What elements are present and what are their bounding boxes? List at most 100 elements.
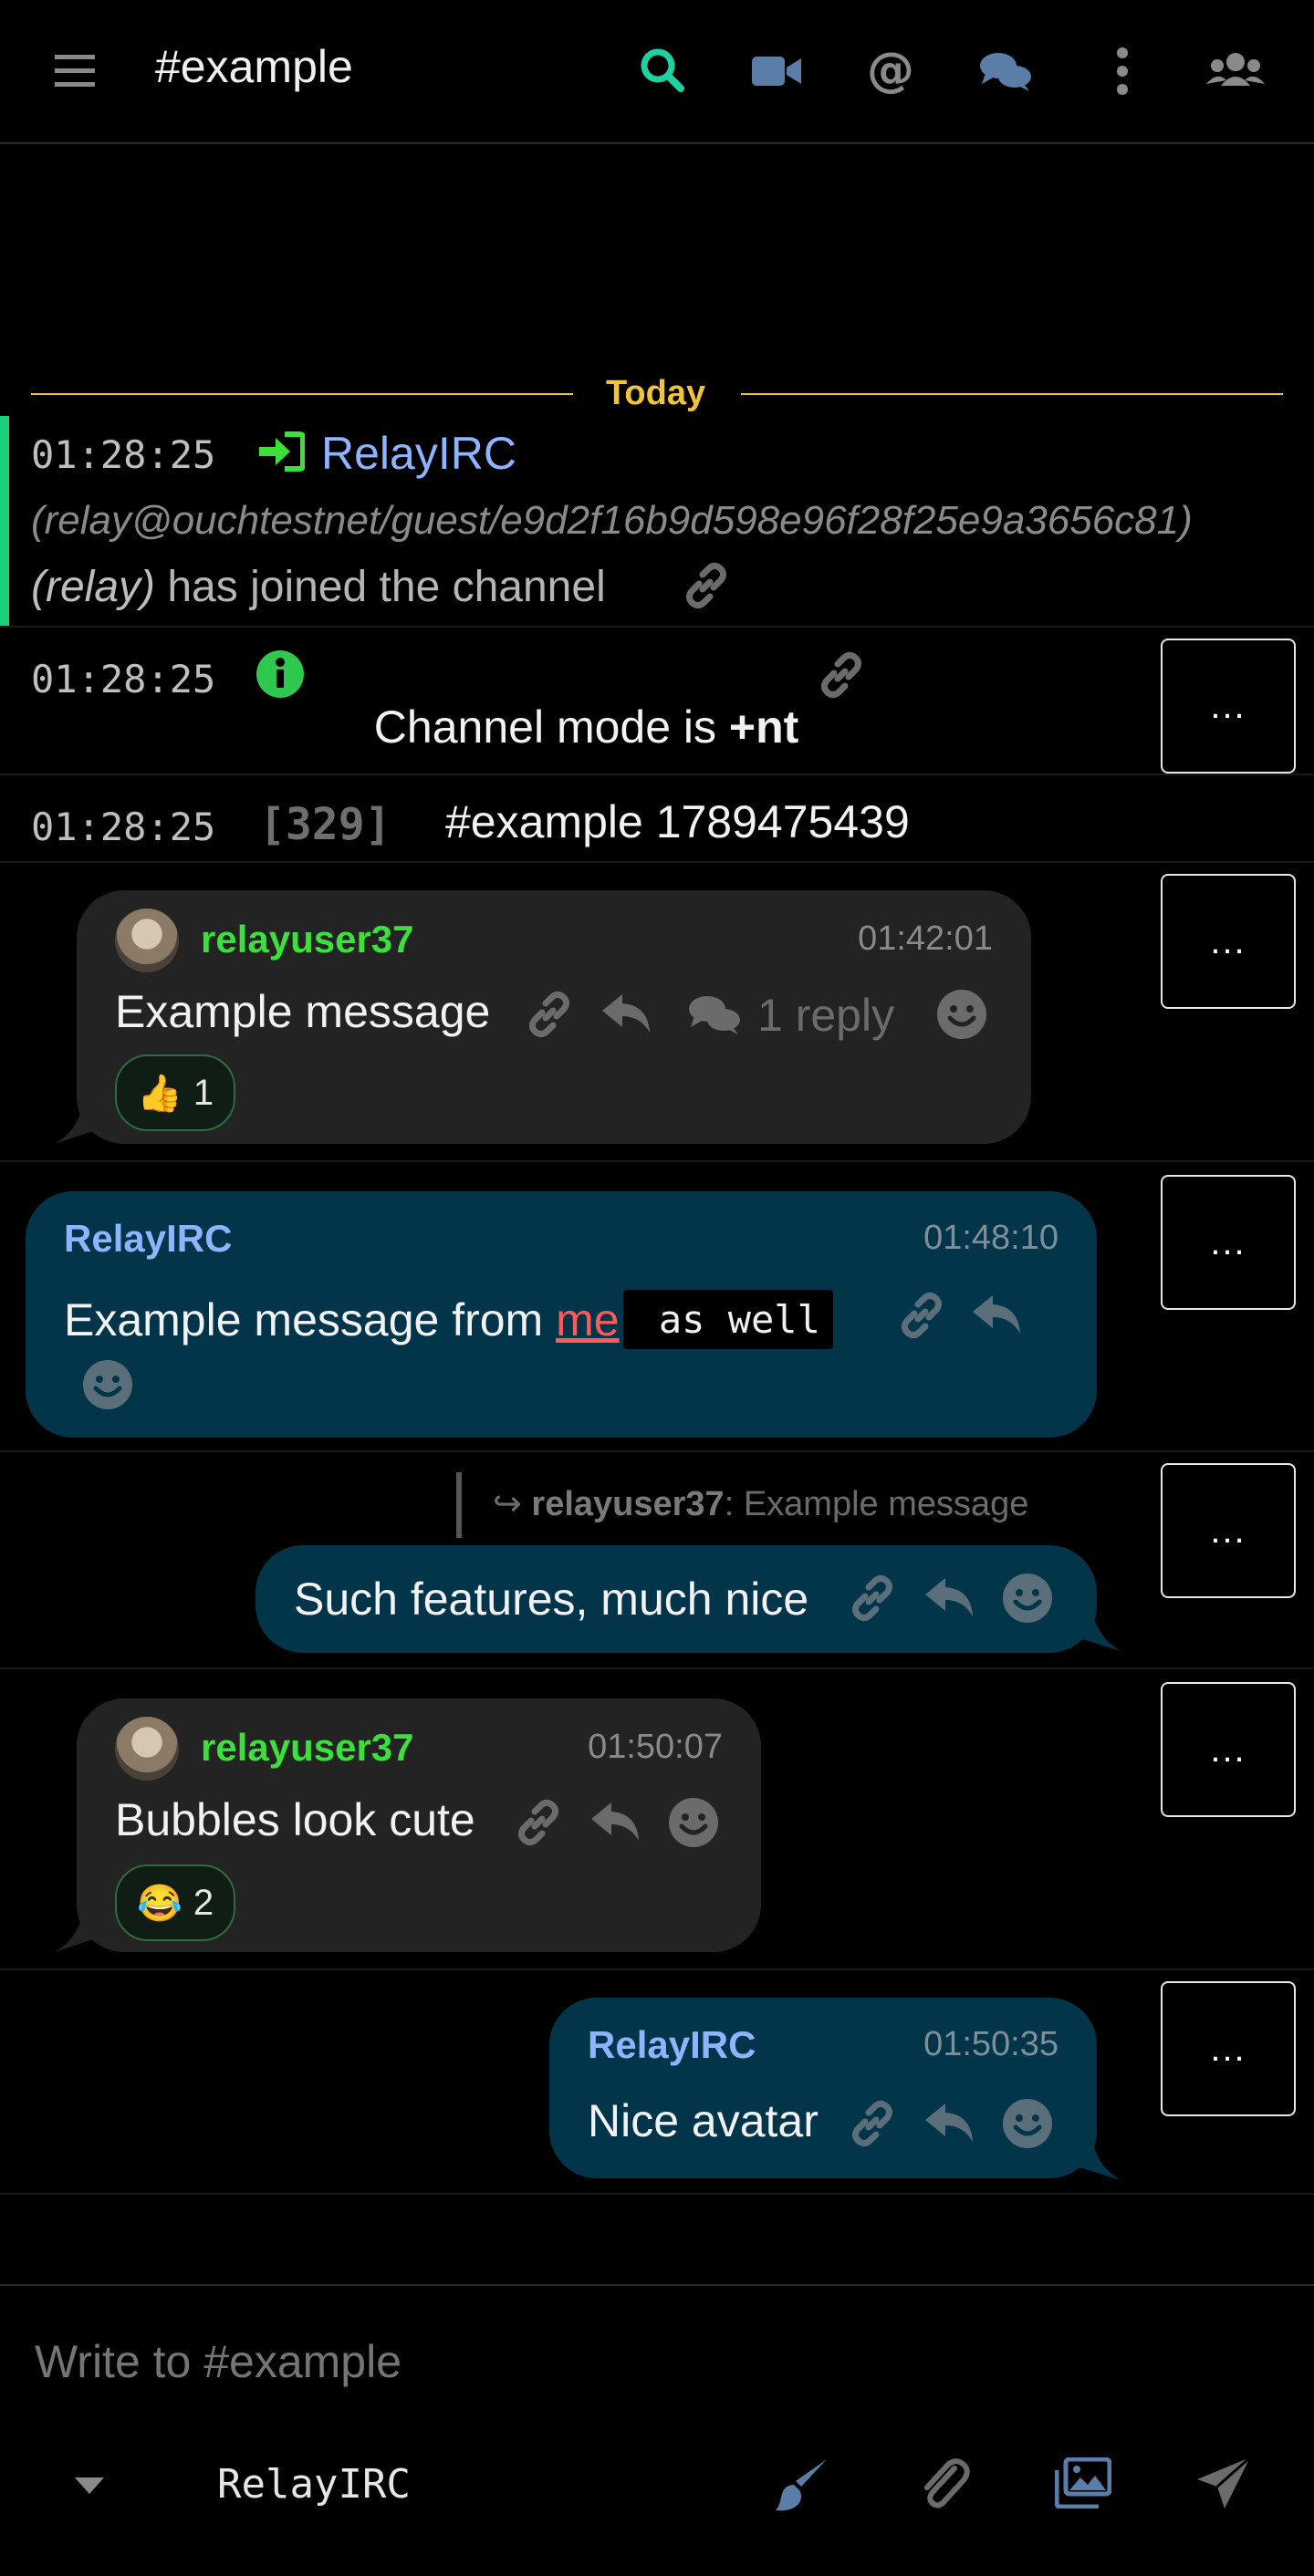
more-options-button[interactable]: ... — [1161, 1981, 1296, 2116]
quote-text[interactable]: : Example message — [725, 1485, 1029, 1523]
reply-arrow-icon: ↪ — [493, 1485, 532, 1523]
message-time: 01:42:01 — [858, 919, 993, 958]
avatar[interactable] — [115, 1717, 179, 1781]
reaction-chip[interactable]: 😂 2 — [115, 1864, 236, 1941]
channel-header: #example @ — [0, 0, 1314, 144]
reaction-chip[interactable]: 👍 1 — [115, 1054, 236, 1131]
send-icon[interactable] — [1195, 2456, 1252, 2512]
link-icon[interactable] — [847, 1573, 898, 1624]
link-icon[interactable] — [524, 989, 575, 1040]
image-upload-icon[interactable] — [1055, 2457, 1111, 2508]
join-icon — [257, 431, 305, 473]
message-nick[interactable]: relayuser37 — [201, 918, 414, 961]
event-time: 01:28:25 — [31, 657, 216, 701]
emoji-icon[interactable] — [82, 1359, 133, 1410]
join-host: (relay@ouchtestnet/guest/e9d2f16b9d598e9… — [31, 498, 1193, 543]
message-bubble: relayuser37 01:50:07 Bubbles look cute 😂… — [77, 1698, 761, 1952]
message-bubble: relayuser37 01:42:01 Example message 1 r… — [77, 890, 1031, 1144]
day-separator-line-left — [31, 393, 573, 395]
message-nick[interactable]: RelayIRC — [64, 1217, 232, 1261]
reaction-emoji: 👍 — [137, 1073, 182, 1114]
message-time: 01:50:35 — [923, 2025, 1058, 2063]
message-nick[interactable]: relayuser37 — [201, 1726, 414, 1770]
join-text: has joined the channel — [167, 563, 606, 611]
more-options-button[interactable]: ... — [1161, 1463, 1296, 1598]
more-options-button[interactable]: ... — [1161, 639, 1296, 774]
menu-icon[interactable] — [49, 44, 104, 99]
message-text: Example message from — [64, 1293, 557, 1345]
thread-icon[interactable] — [686, 991, 743, 1038]
reply-count[interactable]: 1 reply — [757, 989, 894, 1042]
message-bubble: RelayIRC 01:48:10 Example message from m… — [26, 1191, 1097, 1438]
day-separator-label: Today — [606, 374, 706, 412]
link-icon[interactable] — [513, 1797, 564, 1848]
event-time: 01:28:25 — [31, 432, 216, 477]
info-icon — [256, 649, 305, 699]
message-time: 01:48:10 — [923, 1219, 1058, 1257]
channel-title: #example — [155, 41, 353, 92]
more-options-button[interactable]: ... — [1161, 874, 1296, 1009]
event-time: 01:28:25 — [31, 805, 216, 849]
message-bubble: RelayIRC 01:50:35 Nice avatar — [549, 1998, 1097, 2178]
link-icon[interactable] — [896, 1290, 947, 1341]
message-text: Bubbles look cute — [115, 1794, 475, 1845]
row-divider — [0, 1160, 1314, 1162]
emoji-icon[interactable] — [1002, 1573, 1053, 1624]
row-divider — [0, 626, 1314, 628]
link-icon[interactable] — [681, 560, 732, 611]
row-divider — [0, 861, 1314, 863]
more-vertical-icon[interactable] — [1095, 44, 1150, 99]
message-text: Nice avatar — [588, 2095, 819, 2146]
join-marker — [0, 416, 9, 628]
avatar[interactable] — [115, 909, 179, 972]
message-nick[interactable]: RelayIRC — [588, 2023, 756, 2067]
reaction-count: 1 — [193, 1072, 214, 1113]
reply-icon[interactable] — [923, 1574, 976, 1620]
message-text: Example message — [115, 986, 491, 1037]
row-divider — [0, 1968, 1314, 1970]
emoji-icon[interactable] — [936, 989, 987, 1040]
row-divider — [0, 1667, 1314, 1669]
paperclip-icon[interactable] — [918, 2456, 973, 2514]
message-text: Such features, much nice — [294, 1574, 809, 1625]
reply-icon[interactable] — [923, 2100, 976, 2145]
composer-nick[interactable]: RelayIRC — [217, 2461, 411, 2508]
row-divider — [0, 774, 1314, 775]
message-time: 01:50:07 — [588, 1728, 723, 1766]
quote-nick[interactable]: relayuser37 — [531, 1485, 724, 1523]
reply-icon[interactable] — [600, 991, 653, 1036]
composer-divider — [0, 2284, 1314, 2286]
svg-text:@: @ — [867, 44, 914, 98]
more-options-button[interactable]: ... — [1161, 1682, 1296, 1817]
emoji-icon[interactable] — [668, 1797, 719, 1848]
numeric-code: [329] — [259, 799, 391, 850]
chevron-down-icon[interactable] — [71, 2474, 108, 2498]
day-separator-line-right — [741, 393, 1283, 395]
row-divider — [0, 1450, 1314, 1452]
search-icon[interactable] — [635, 44, 690, 99]
numeric-text: #example 1789475439 — [445, 796, 910, 847]
more-options-button[interactable]: ... — [1161, 1175, 1296, 1310]
reaction-count: 2 — [193, 1882, 214, 1923]
reply-icon[interactable] — [589, 1799, 642, 1844]
quote-bar — [456, 1472, 462, 1538]
inline-code: as well — [622, 1290, 833, 1349]
row-divider — [0, 2193, 1314, 2195]
paintbrush-icon[interactable] — [774, 2457, 829, 2512]
join-ident: (relay) — [31, 563, 156, 611]
join-nick[interactable]: RelayIRC — [321, 427, 516, 480]
link-icon[interactable] — [847, 2098, 898, 2149]
message-bubble: Such features, much nice — [256, 1545, 1097, 1653]
reply-icon[interactable] — [971, 1292, 1024, 1337]
emoji-icon[interactable] — [1002, 2098, 1053, 2149]
mode-value: +nt — [728, 701, 799, 753]
mention-icon[interactable]: @ — [863, 44, 918, 99]
message-input[interactable] — [18, 2311, 1296, 2412]
reaction-emoji: 😂 — [137, 1883, 182, 1924]
mode-text: Channel mode is — [373, 701, 729, 753]
highlight-text: me — [556, 1293, 620, 1345]
users-icon[interactable] — [1206, 44, 1265, 99]
video-icon[interactable] — [750, 44, 805, 99]
link-icon[interactable] — [816, 649, 867, 701]
chat-icon[interactable] — [978, 44, 1033, 99]
